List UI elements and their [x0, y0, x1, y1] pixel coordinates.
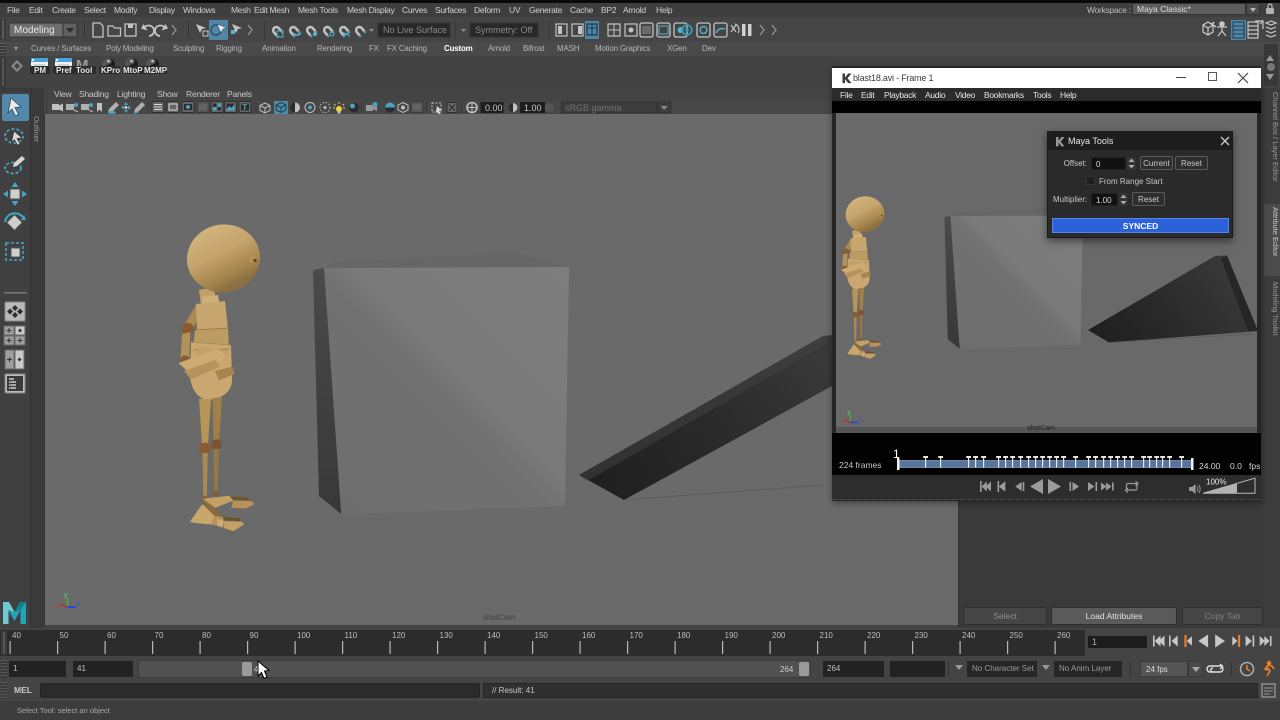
- svg-text:140: 140: [487, 631, 501, 640]
- svg-text:sRGB gamma: sRGB gamma: [565, 103, 622, 113]
- svg-text:120: 120: [392, 631, 406, 640]
- svg-text:160: 160: [582, 631, 596, 640]
- svg-text:180: 180: [677, 631, 691, 640]
- svg-text:130: 130: [440, 631, 454, 640]
- svg-text:70: 70: [155, 631, 164, 640]
- svg-text:1: 1: [1092, 637, 1097, 647]
- svg-text:Symmetry: Off: Symmetry: Off: [475, 25, 533, 35]
- svg-text:50: 50: [60, 631, 69, 640]
- svg-text:200: 200: [772, 631, 786, 640]
- svg-text:240: 240: [962, 631, 976, 640]
- svg-text:M2MP: M2MP: [144, 66, 168, 75]
- svg-text:250: 250: [1010, 631, 1024, 640]
- svg-text:1.00: 1.00: [524, 103, 542, 113]
- svg-text:0.00: 0.00: [485, 103, 503, 113]
- svg-text:90: 90: [250, 631, 259, 640]
- svg-text:Pref: Pref: [56, 66, 72, 75]
- svg-text:Tool: Tool: [76, 66, 92, 75]
- svg-text:PM: PM: [34, 66, 46, 75]
- svg-text:230: 230: [915, 631, 929, 640]
- svg-text:No Live Surface: No Live Surface: [383, 25, 447, 35]
- svg-text:220: 220: [867, 631, 881, 640]
- svg-text:60: 60: [107, 631, 116, 640]
- svg-text:110: 110: [345, 631, 358, 640]
- svg-text:40: 40: [12, 631, 21, 640]
- svg-text:190: 190: [725, 631, 739, 640]
- svg-text:150: 150: [535, 631, 549, 640]
- svg-text:KPro: KPro: [101, 66, 120, 75]
- svg-text:260: 260: [1057, 631, 1071, 640]
- svg-text:210: 210: [820, 631, 834, 640]
- svg-text:80: 80: [202, 631, 211, 640]
- svg-text:100%: 100%: [1206, 478, 1226, 487]
- svg-text:170: 170: [630, 631, 644, 640]
- svg-text:Modeling: Modeling: [14, 25, 55, 36]
- svg-text:T: T: [242, 103, 247, 112]
- svg-text:shotCam: shotCam: [483, 613, 515, 622]
- svg-text:100: 100: [297, 631, 311, 640]
